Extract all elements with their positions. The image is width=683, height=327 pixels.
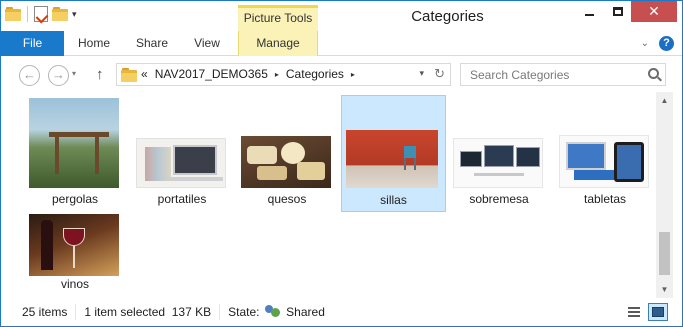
navigation-bar: ← → ▾ ↑ « NAV2017_DEMO365 ▸ Categories ▸… xyxy=(1,57,682,92)
ribbon-tabs: File Home Share View Manage ⌄ ? xyxy=(1,31,682,56)
up-button[interactable]: ↑ xyxy=(96,66,104,83)
list-item[interactable]: vinos xyxy=(23,213,127,296)
address-dropdown-icon[interactable]: ▾ xyxy=(419,68,424,79)
item-label: sillas xyxy=(380,193,407,207)
thumbnail-image xyxy=(29,214,119,276)
breadcrumb-separator-icon[interactable]: ▸ xyxy=(275,70,279,79)
breadcrumb-overflow-icon[interactable]: « xyxy=(141,67,148,81)
state-label: State: xyxy=(228,305,260,319)
thumbnail-image xyxy=(453,138,543,188)
minimize-icon xyxy=(585,13,594,16)
thumbnail-image xyxy=(29,98,119,188)
breadcrumb-separator-icon[interactable]: ▸ xyxy=(351,70,355,79)
explorer-window: ▾ Picture Tools Categories ✕ File Home S… xyxy=(0,0,683,327)
list-item[interactable]: sillas xyxy=(341,95,446,212)
recent-locations-icon[interactable]: ▾ xyxy=(72,69,76,78)
ribbon-right-controls: ⌄ ? xyxy=(641,36,674,51)
item-label: vinos xyxy=(60,277,89,291)
help-icon[interactable]: ? xyxy=(659,36,674,51)
tab-manage[interactable]: Manage xyxy=(238,31,318,56)
search-input[interactable] xyxy=(461,64,641,85)
view-toggles xyxy=(624,303,668,321)
breadcrumb-item-categories[interactable]: Categories xyxy=(286,67,344,81)
address-bar[interactable]: « NAV2017_DEMO365 ▸ Categories ▸ ▾ ↻ xyxy=(116,63,451,86)
tab-home[interactable]: Home xyxy=(69,31,119,56)
item-label: pergolas xyxy=(51,192,99,206)
folder-icon xyxy=(121,68,137,82)
thumbnail-image xyxy=(346,130,438,188)
search-icon[interactable] xyxy=(648,68,659,79)
item-label: tabletas xyxy=(583,192,627,206)
list-item[interactable]: portatiles xyxy=(130,95,234,212)
file-list: pergolas portatiles quesos sillas sobrem… xyxy=(1,92,656,298)
item-label: portatiles xyxy=(157,192,207,206)
tab-view[interactable]: View xyxy=(185,31,229,56)
window-title-text: Categories xyxy=(411,8,484,25)
shared-users-icon xyxy=(264,305,281,319)
list-item[interactable]: quesos xyxy=(235,95,339,212)
back-button[interactable]: ← xyxy=(19,65,40,86)
item-label: quesos xyxy=(267,192,307,206)
vertical-scrollbar[interactable]: ▲ ▼ xyxy=(656,92,673,298)
scrollbar-thumb[interactable] xyxy=(659,232,670,275)
list-item[interactable]: pergolas xyxy=(23,95,127,212)
refresh-icon[interactable]: ↻ xyxy=(434,66,445,82)
list-item[interactable]: sobremesa xyxy=(447,95,551,212)
share-state: State: Shared xyxy=(220,304,333,320)
search-box xyxy=(460,63,666,86)
close-icon: ✕ xyxy=(648,3,660,19)
thumbnail-image xyxy=(136,138,226,188)
thumbnail-image xyxy=(559,135,649,188)
tab-file[interactable]: File xyxy=(1,31,64,56)
close-button[interactable]: ✕ xyxy=(631,1,677,22)
scroll-down-icon[interactable]: ▼ xyxy=(656,281,673,298)
breadcrumb: « NAV2017_DEMO365 ▸ Categories ▸ xyxy=(141,67,355,81)
list-item[interactable]: tabletas xyxy=(553,95,657,212)
item-count: 25 items xyxy=(1,304,77,320)
title-bar: ▾ Picture Tools Categories ✕ xyxy=(1,1,682,31)
expand-ribbon-icon[interactable]: ⌄ xyxy=(641,38,649,49)
item-label: sobremesa xyxy=(469,192,529,206)
tab-share[interactable]: Share xyxy=(128,31,176,56)
selection-info: 1 item selected 137 KB xyxy=(76,304,221,320)
details-view-icon[interactable] xyxy=(624,303,644,321)
minimize-button[interactable] xyxy=(575,1,604,22)
maximize-button[interactable] xyxy=(604,1,631,22)
selection-size: 137 KB xyxy=(171,305,212,319)
scroll-up-icon[interactable]: ▲ xyxy=(656,92,673,109)
maximize-icon xyxy=(612,7,623,16)
status-bar: 25 items 1 item selected 137 KB State: S… xyxy=(1,298,682,326)
thumbnail-image xyxy=(241,136,331,188)
breadcrumb-item-root[interactable]: NAV2017_DEMO365 xyxy=(155,67,268,81)
large-icons-view-icon[interactable] xyxy=(648,303,668,321)
selection-count: 1 item selected xyxy=(84,305,166,319)
forward-button[interactable]: → xyxy=(48,65,69,86)
state-value: Shared xyxy=(286,305,325,319)
